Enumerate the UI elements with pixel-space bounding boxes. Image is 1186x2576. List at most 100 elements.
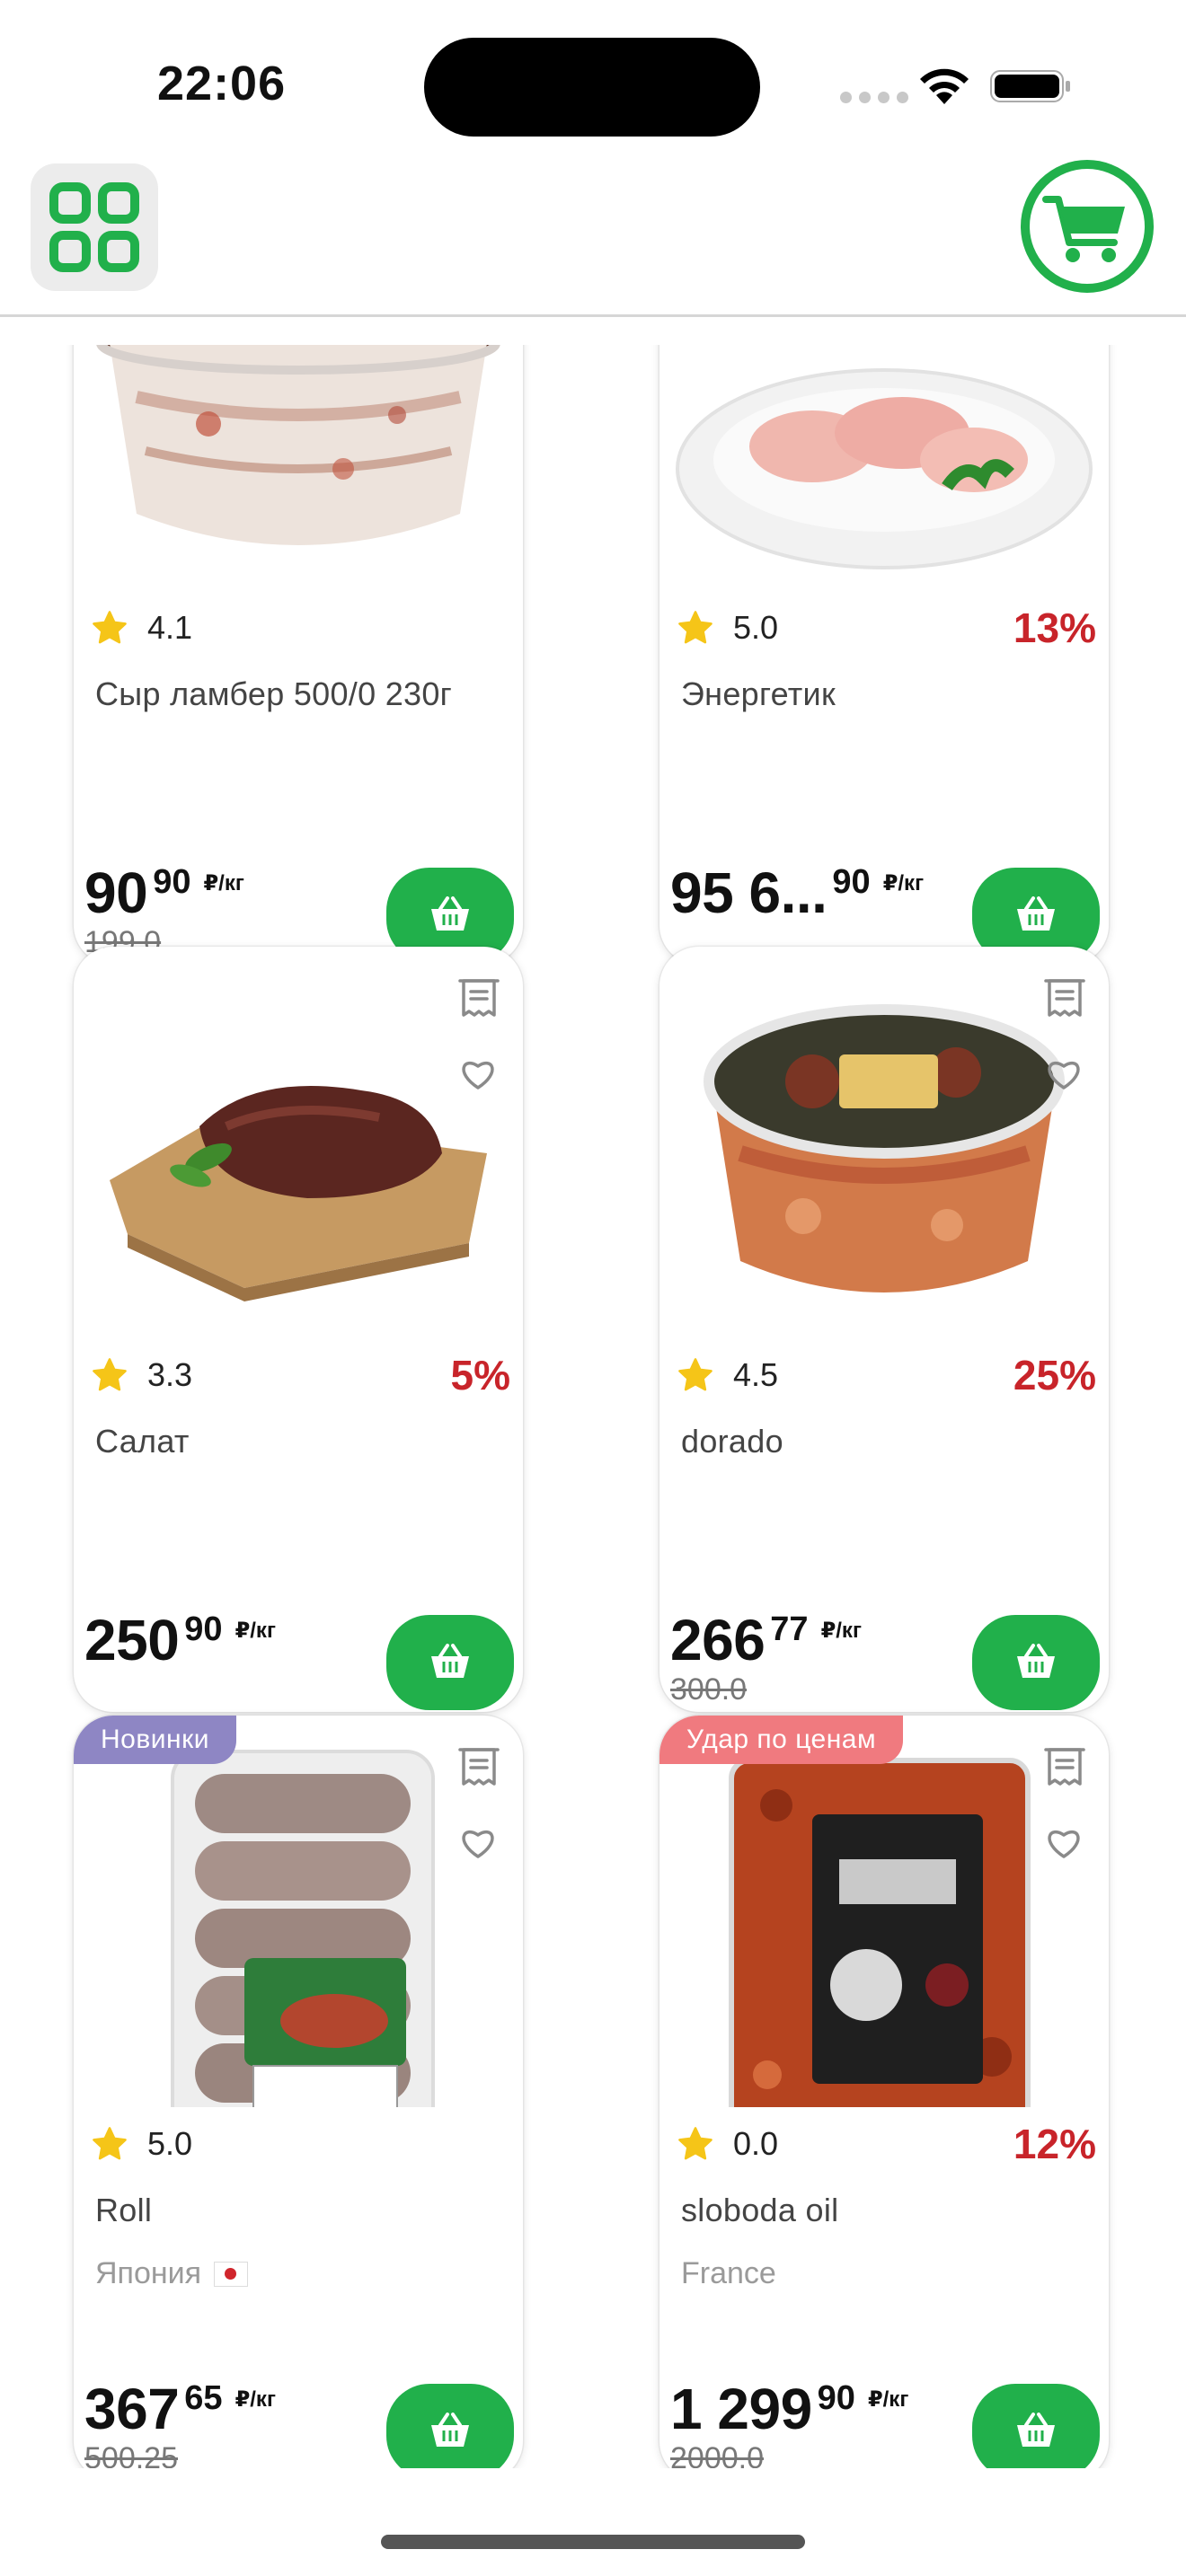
price: 367 65 ₽/кг (84, 2380, 276, 2438)
price: 266 77 ₽/кг (670, 1611, 862, 1669)
dynamic-island (424, 38, 760, 137)
discount-badge: 25% (1013, 1352, 1096, 1398)
origin-label: Япония (95, 2256, 202, 2290)
product-grid: 4.1 Сыр ламбер 500/0 230г 90 90 ₽/кг 199… (0, 345, 1186, 2468)
old-price: 300.0 (670, 1672, 748, 1707)
tag-badge: Новинки (74, 1716, 236, 1764)
rating: 3.3 (90, 1356, 192, 1394)
price-main: 90 (84, 860, 148, 925)
product-card[interactable]: 4.1 Сыр ламбер 500/0 230г 90 90 ₽/кг 199… (74, 345, 523, 965)
rating-value: 4.5 (733, 1356, 779, 1393)
price-unit: ₽/кг (867, 2387, 909, 2412)
star-icon (678, 611, 712, 644)
add-to-cart-button[interactable] (972, 1615, 1100, 1710)
battery-icon (990, 70, 1070, 102)
price-main: 250 (84, 1608, 180, 1672)
product-image (676, 368, 1093, 569)
basket-icon (1017, 896, 1055, 931)
price-unit: ₽/кг (203, 871, 244, 895)
rating: 4.5 (676, 1356, 778, 1394)
add-to-cart-button[interactable] (386, 2384, 514, 2468)
price-main: 1 299 (670, 2377, 812, 2441)
price: 95 6... 90 ₽/кг (670, 864, 924, 922)
product-name: Салат (95, 1423, 190, 1460)
receipt-icon[interactable] (1044, 977, 1085, 1019)
japan-flag-icon (214, 2261, 249, 2287)
heart-icon[interactable] (1046, 1827, 1082, 1859)
wifi-icon (920, 68, 969, 104)
grid-icon (49, 182, 139, 272)
app-header (0, 153, 1186, 317)
star-icon (93, 611, 127, 644)
rating-value: 5.0 (733, 609, 779, 646)
status-time: 22:06 (157, 57, 287, 110)
rating: 5.0 (90, 2125, 192, 2163)
price-unit: ₽/кг (882, 871, 925, 895)
product-name: Энергетик (681, 675, 836, 712)
product-card[interactable]: Новинки 5.0 Roll Япония 367 65 ₽/кг 500.… (74, 1716, 523, 2468)
price-unit: ₽/кг (235, 2387, 276, 2412)
star-icon (678, 2127, 712, 2160)
product-origin: Япония (95, 2256, 249, 2291)
product-name: Roll (95, 2192, 153, 2228)
product-name: dorado (681, 1423, 783, 1460)
product-image (171, 1750, 435, 2107)
rating-value: 5.0 (147, 2125, 193, 2162)
old-price: 500.25 (84, 2441, 178, 2468)
rating: 4.1 (90, 609, 192, 647)
heart-icon[interactable] (460, 1827, 496, 1859)
cart-button[interactable] (1019, 158, 1155, 295)
product-card[interactable]: 5.0 13% Энергетик 95 6... 90 ₽/кг (659, 345, 1109, 965)
rating: 0.0 (676, 2125, 778, 2163)
menu-button[interactable] (31, 163, 158, 291)
price: 90 90 ₽/кг (84, 864, 244, 922)
rating: 5.0 (676, 609, 778, 647)
product-origin: France (681, 2256, 776, 2291)
star-icon (93, 1358, 127, 1391)
price: 250 90 ₽/кг (84, 1611, 276, 1669)
product-card[interactable]: Удар по ценам 0.0 12% sloboda oil France… (659, 1716, 1109, 2468)
cellular-signal-icon (840, 92, 908, 103)
product-name: Сыр ламбер 500/0 230г (95, 675, 453, 712)
price: 1 299 90 ₽/кг (670, 2380, 908, 2438)
product-image (96, 345, 500, 545)
add-to-cart-button[interactable] (386, 1615, 514, 1710)
basket-icon (1017, 1644, 1055, 1678)
discount-badge: 13% (1013, 604, 1096, 651)
price-main: 266 (670, 1608, 766, 1672)
rating-value: 4.1 (147, 609, 193, 646)
add-to-cart-button[interactable] (972, 2384, 1100, 2468)
star-icon (93, 2127, 127, 2160)
discount-badge: 5% (450, 1352, 510, 1398)
price-cents: 90 (817, 2379, 855, 2417)
product-image (704, 1004, 1065, 1292)
price-cents: 90 (184, 1610, 223, 1648)
star-icon (678, 1358, 712, 1391)
price-unit: ₽/кг (820, 1619, 862, 1643)
price-cents: 77 (770, 1610, 809, 1648)
basket-icon (431, 2413, 469, 2447)
origin-label: France (681, 2256, 776, 2290)
product-image (729, 1758, 1031, 2107)
price-unit: ₽/кг (235, 1619, 276, 1643)
product-image (110, 1086, 487, 1301)
product-card[interactable]: 3.3 5% Салат 250 90 ₽/кг (74, 947, 523, 1712)
receipt-icon[interactable] (458, 1746, 500, 1787)
tag-badge: Удар по ценам (659, 1716, 904, 1764)
receipt-icon[interactable] (1044, 1746, 1085, 1787)
price-main: 95 6... (670, 860, 828, 925)
product-card[interactable]: 4.5 25% dorado 266 77 ₽/кг 300.0 (659, 947, 1109, 1712)
rating-value: 3.3 (147, 1356, 193, 1393)
heart-icon[interactable] (1046, 1058, 1082, 1090)
product-name: sloboda oil (681, 2192, 839, 2228)
heart-icon[interactable] (460, 1058, 496, 1090)
home-indicator[interactable] (381, 2535, 805, 2549)
basket-icon (431, 1644, 469, 1678)
price-cents: 90 (153, 863, 191, 901)
receipt-icon[interactable] (458, 977, 500, 1019)
price-cents: 65 (184, 2379, 223, 2417)
old-price: 2000.0 (670, 2441, 764, 2468)
discount-badge: 12% (1013, 2121, 1096, 2167)
basket-icon (1017, 2413, 1055, 2447)
price-cents: 90 (832, 863, 871, 901)
